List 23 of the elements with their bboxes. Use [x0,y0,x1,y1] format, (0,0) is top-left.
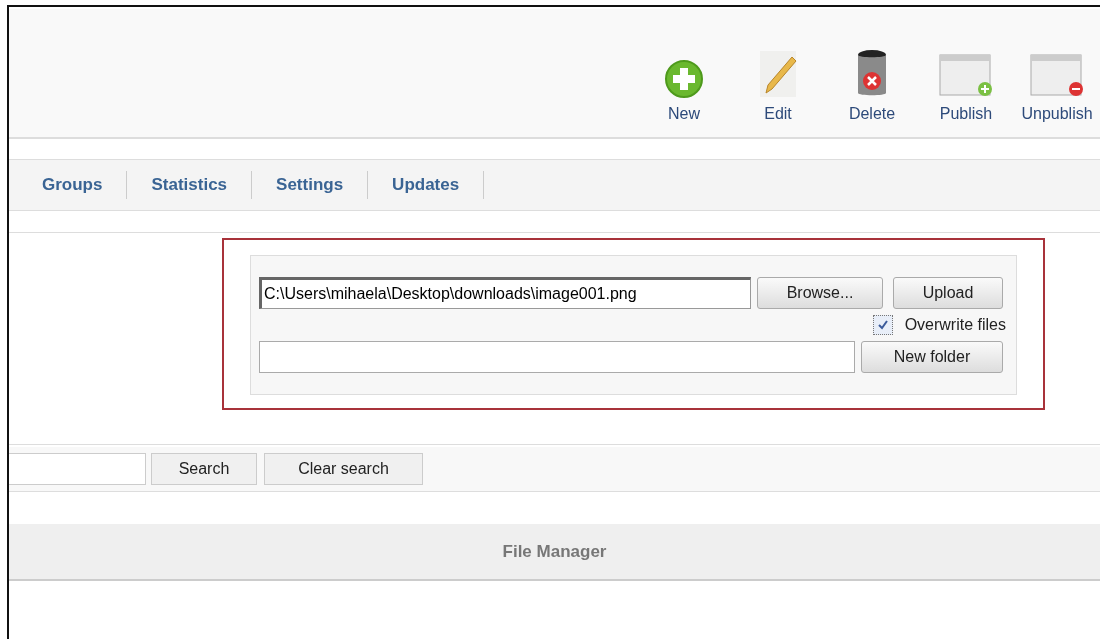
browse-button[interactable]: Browse... [757,277,883,309]
menu-tab[interactable]: Updates [392,175,460,195]
pencil-icon [758,49,798,99]
file-path-field[interactable]: C:\Users\mihaela\Desktop\downloads\image001.png [259,277,751,309]
toolbar-button[interactable]: New [638,23,730,123]
check-icon [876,319,889,331]
menu-tab[interactable]: Statistics [151,175,228,195]
clear-search-button[interactable]: Clear search [264,453,423,485]
new-folder-button[interactable]: New folder [861,341,1003,373]
overwrite-checkbox[interactable] [872,315,893,335]
checkbox-label: Overwrite files [904,316,1006,334]
upload-button[interactable]: Upload [893,277,1003,309]
menu-tab[interactable]: Groups [42,175,103,195]
header-title: File Manager [502,541,607,562]
toolbar-button[interactable]: Edit [732,23,824,123]
toolbar-button[interactable]: Delete [826,23,918,123]
folder-name-field[interactable] [259,341,855,373]
toolbar-button[interactable]: Publish [920,23,1012,123]
toolbar-button[interactable]: Unpublish [1014,23,1100,123]
menu-tab[interactable]: Settings [276,175,344,195]
search-button[interactable]: Search [151,453,257,485]
search-field[interactable] [9,453,146,485]
plus-icon [664,59,704,99]
